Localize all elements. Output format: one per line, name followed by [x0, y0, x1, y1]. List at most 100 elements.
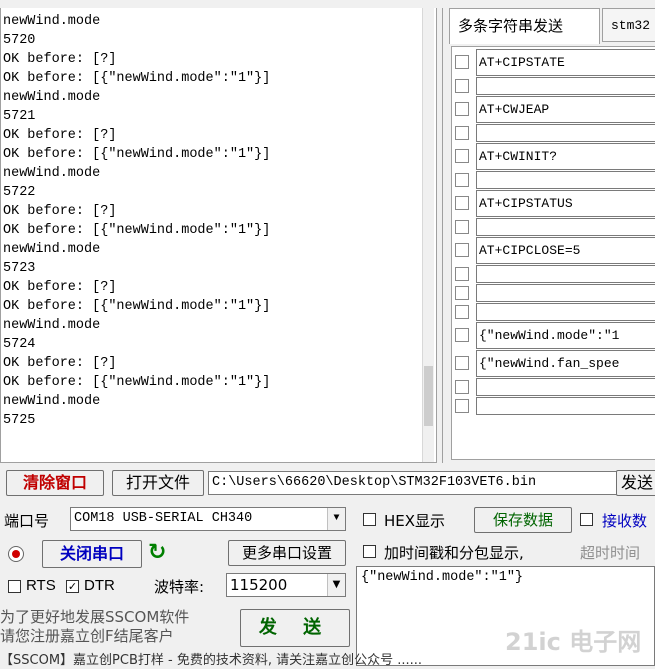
- receive-log[interactable]: newWind.mode 5720 OK before: [?] OK before:…: [0, 8, 437, 463]
- receive-log-scrollbar[interactable]: [422, 8, 434, 462]
- log-line: 5721: [3, 109, 36, 124]
- log-line: 5720: [3, 33, 36, 48]
- multi-send-row-input[interactable]: AT+CWINIT?: [476, 143, 655, 170]
- log-line: newWind.mode: [3, 242, 101, 257]
- tab-stm32[interactable]: stm32: [602, 8, 655, 42]
- baud-select[interactable]: 115200 ▼: [226, 573, 346, 597]
- multi-send-row-input[interactable]: [476, 124, 655, 142]
- promo-line-1: 为了更好地发展SSCOM软件: [0, 608, 190, 626]
- log-line: 5722: [3, 185, 36, 200]
- multi-send-row-checkbox[interactable]: [455, 102, 469, 116]
- receive-to-file-checkbox[interactable]: [580, 513, 593, 526]
- tab-multi-send[interactable]: 多条字符串发送: [449, 8, 600, 44]
- multi-send-row: [452, 171, 655, 189]
- log-line: 5725: [3, 413, 36, 428]
- multi-send-row-checkbox[interactable]: [455, 79, 469, 93]
- promo-line-2: 请您注册嘉立创F结尾客户: [0, 627, 174, 645]
- baud-select-value: 115200: [230, 576, 288, 594]
- multi-send-row-input[interactable]: [476, 397, 655, 415]
- log-line: newWind.mode: [3, 14, 101, 29]
- multi-send-row-checkbox[interactable]: [455, 399, 469, 413]
- log-line: 5724: [3, 337, 36, 352]
- multi-send-row: [452, 265, 655, 283]
- multi-send-row: [452, 378, 655, 396]
- rts-checkbox[interactable]: [8, 580, 21, 593]
- promo-text: 为了更好地发展SSCOM软件 请您注册嘉立创F结尾客户: [0, 608, 232, 646]
- multi-send-row: [452, 124, 655, 142]
- multi-send-row: {"newWind.fan_spee: [452, 350, 655, 377]
- timestamp-label: 加时间戳和分包显示,: [384, 544, 524, 562]
- save-data-button[interactable]: 保存数据: [474, 507, 572, 533]
- multi-send-row-checkbox[interactable]: [455, 267, 469, 281]
- receive-log-scroll-thumb[interactable]: [424, 366, 433, 426]
- multi-send-row: [452, 218, 655, 236]
- multi-send-row-input[interactable]: {"newWind.mode":"1: [476, 322, 655, 349]
- multi-send-row-checkbox[interactable]: [455, 328, 469, 342]
- multi-send-row-input[interactable]: [476, 77, 655, 95]
- multi-send-row-checkbox[interactable]: [455, 286, 469, 300]
- port-status-icon: [8, 546, 24, 562]
- multi-send-row: [452, 397, 655, 415]
- close-port-button[interactable]: 关闭串口: [42, 540, 142, 568]
- baud-label: 波特率:: [154, 578, 205, 596]
- log-line: OK before: [?]: [3, 280, 117, 295]
- multi-send-row-input[interactable]: AT+CIPCLOSE=5: [476, 237, 655, 264]
- log-line: newWind.mode: [3, 166, 101, 181]
- log-line: OK before: [{"newWind.mode":"1"}]: [3, 147, 271, 162]
- multi-send-row-input[interactable]: AT+CIPSTATUS: [476, 190, 655, 217]
- file-path-field[interactable]: C:\Users\66620\Desktop\STM32F103VET6.bin: [208, 471, 620, 495]
- log-line: OK before: [?]: [3, 52, 117, 67]
- multi-send-row-input[interactable]: [476, 303, 655, 321]
- log-line: newWind.mode: [3, 90, 101, 105]
- multi-send-row: [452, 284, 655, 302]
- chevron-down-icon: ▼: [327, 508, 345, 530]
- multi-send-row-input[interactable]: [476, 171, 655, 189]
- more-port-settings-button[interactable]: 更多串口设置: [228, 540, 346, 566]
- multi-send-panel: 多条字符串发送 stm32 AT+CIPSTATE AT+CWJEAP AT+CWI…: [442, 8, 655, 463]
- hex-display-label: HEX显示: [384, 512, 446, 530]
- multi-send-row-checkbox[interactable]: [455, 126, 469, 140]
- multi-send-row-input[interactable]: [476, 218, 655, 236]
- rts-label: RTS: [26, 577, 56, 594]
- multi-send-row: [452, 77, 655, 95]
- dtr-checkbox[interactable]: ✓: [66, 580, 79, 593]
- log-line: OK before: [{"newWind.mode":"1"}]: [3, 375, 271, 390]
- multi-send-row-input[interactable]: [476, 284, 655, 302]
- multi-send-row-checkbox[interactable]: [455, 173, 469, 187]
- multi-send-row-input[interactable]: AT+CWJEAP: [476, 96, 655, 123]
- hex-display-checkbox[interactable]: [363, 513, 376, 526]
- dtr-label: DTR: [84, 577, 115, 594]
- multi-send-row-checkbox[interactable]: [455, 305, 469, 319]
- multi-send-row-checkbox[interactable]: [455, 55, 469, 69]
- refresh-icon[interactable]: ↻: [148, 540, 166, 566]
- log-line: 5723: [3, 261, 36, 276]
- multi-send-row-checkbox[interactable]: [455, 196, 469, 210]
- multi-send-row-checkbox[interactable]: [455, 149, 469, 163]
- multi-send-list: AT+CIPSTATE AT+CWJEAP AT+CWINIT? AT+CIPSTAT…: [451, 46, 655, 460]
- multi-send-row: [452, 303, 655, 321]
- log-line: newWind.mode: [3, 394, 101, 409]
- multi-send-row-input[interactable]: {"newWind.fan_spee: [476, 350, 655, 377]
- receive-log-text: newWind.mode 5720 OK before: [?] OK before:…: [3, 12, 270, 430]
- send-file-button[interactable]: 发送: [616, 470, 655, 496]
- multi-send-row: AT+CIPSTATE: [452, 49, 655, 76]
- log-line: OK before: [?]: [3, 356, 117, 371]
- watermark-logo: 21ic 电子网: [505, 628, 642, 656]
- multi-send-row-checkbox[interactable]: [455, 220, 469, 234]
- multi-send-row-input[interactable]: [476, 378, 655, 396]
- multi-send-row: AT+CIPCLOSE=5: [452, 237, 655, 264]
- multi-send-row-input[interactable]: [476, 265, 655, 283]
- timestamp-checkbox[interactable]: [363, 545, 376, 558]
- multi-send-row-checkbox[interactable]: [455, 356, 469, 370]
- port-select[interactable]: COM18 USB-SERIAL CH340 ▼: [70, 507, 346, 531]
- multi-send-row-checkbox[interactable]: [455, 243, 469, 257]
- multi-send-row-input[interactable]: AT+CIPSTATE: [476, 49, 655, 76]
- log-line: OK before: [?]: [3, 204, 117, 219]
- multi-send-row-checkbox[interactable]: [455, 380, 469, 394]
- multi-send-row: AT+CWJEAP: [452, 96, 655, 123]
- open-file-button[interactable]: 打开文件: [112, 470, 204, 496]
- send-button[interactable]: 发 送: [240, 609, 350, 647]
- clear-window-button[interactable]: 清除窗口: [6, 470, 104, 496]
- multi-send-row: AT+CWINIT?: [452, 143, 655, 170]
- port-select-value: COM18 USB-SERIAL CH340: [74, 511, 253, 526]
